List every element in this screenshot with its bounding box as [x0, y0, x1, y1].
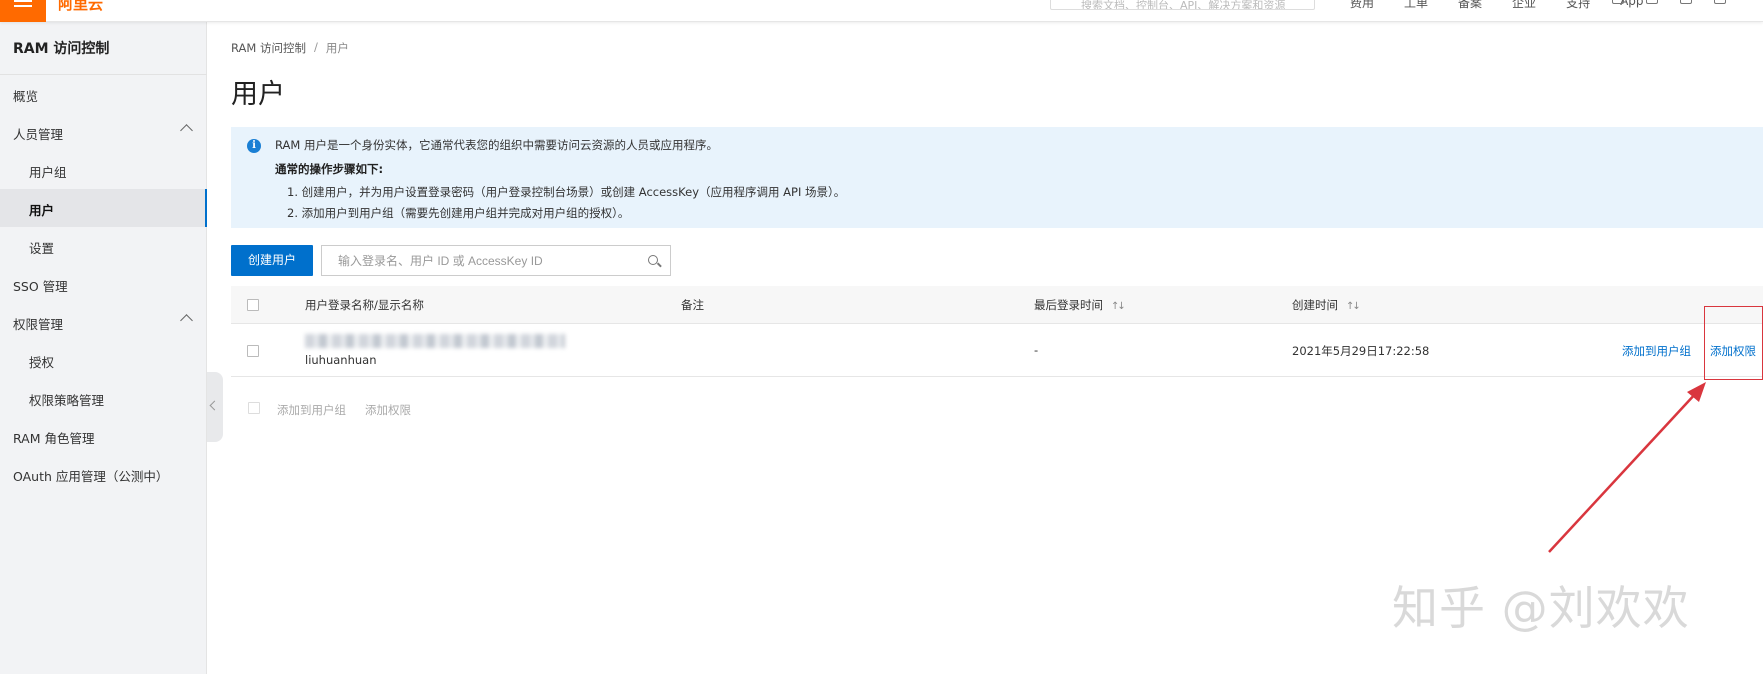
message-icon[interactable] — [1612, 0, 1624, 4]
top-link-icp[interactable]: 备案 — [1458, 0, 1482, 11]
top-links: 费用 工单 备案 企业 支持 App — [1350, 0, 1644, 11]
top-link-tickets[interactable]: 工单 — [1404, 0, 1428, 11]
hamburger-icon-line — [14, 5, 32, 7]
watermark: 知乎 @刘欢欢 — [1392, 581, 1690, 635]
cart-icon[interactable] — [1680, 0, 1692, 4]
top-navbar: 阿里云 搜索文档、控制台、API、解决方案和资源 费用 工单 备案 企业 支持 … — [0, 0, 1763, 22]
top-link-support[interactable]: 支持 — [1566, 0, 1590, 11]
top-link-enterprise[interactable]: 企业 — [1512, 0, 1536, 11]
global-search-placeholder: 搜索文档、控制台、API、解决方案和资源 — [1081, 0, 1286, 10]
bell-icon[interactable] — [1646, 0, 1658, 4]
global-search-input[interactable]: 搜索文档、控制台、API、解决方案和资源 — [1050, 0, 1315, 10]
help-icon[interactable] — [1714, 0, 1726, 4]
annotation-arrow-line — [1548, 391, 1698, 553]
menu-button[interactable] — [0, 0, 46, 22]
brand-logo[interactable]: 阿里云 — [58, 0, 103, 14]
top-icons — [1612, 0, 1726, 4]
hamburger-icon — [14, 0, 32, 2]
top-link-fees[interactable]: 费用 — [1350, 0, 1374, 11]
